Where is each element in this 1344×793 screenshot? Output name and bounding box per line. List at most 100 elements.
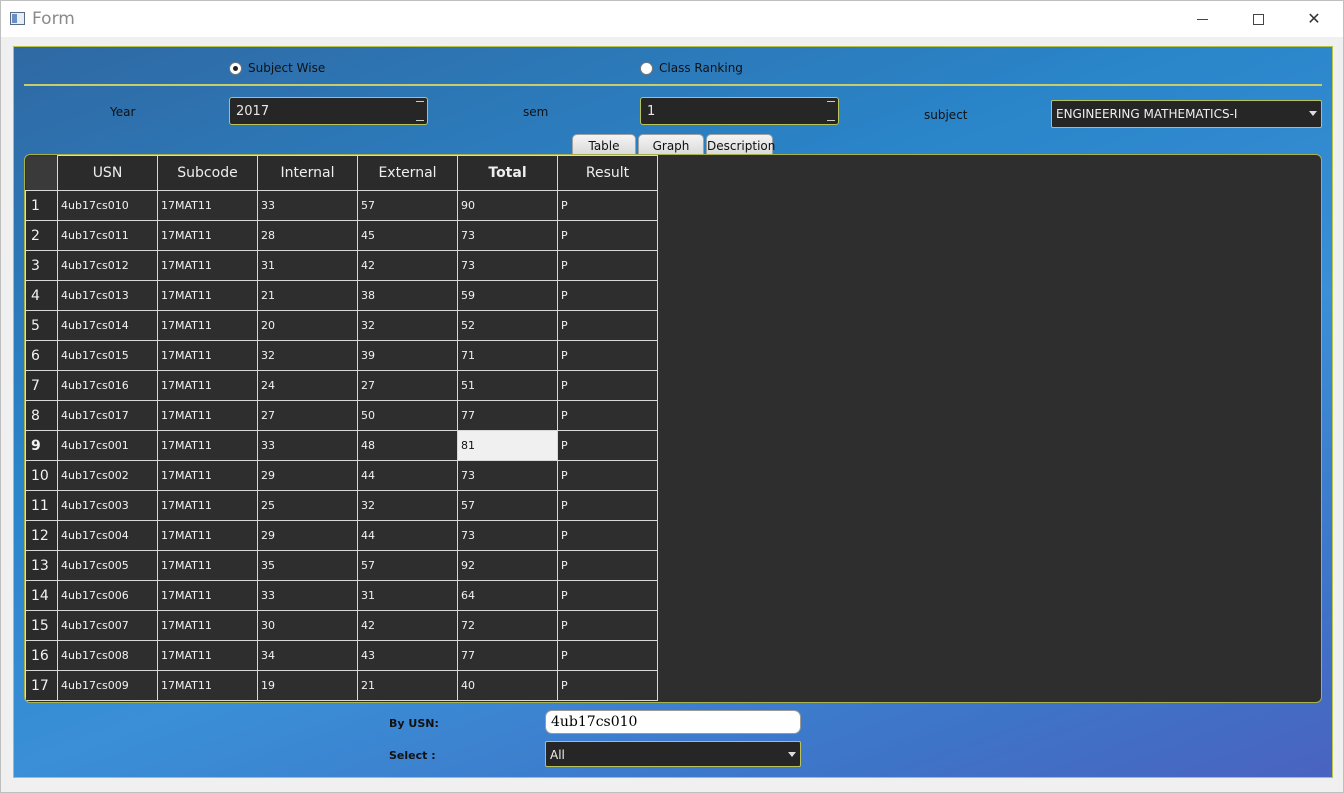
- row-header[interactable]: 11: [25, 490, 58, 521]
- row-header[interactable]: 14: [25, 580, 58, 611]
- cell-result[interactable]: P: [557, 220, 658, 251]
- radio-subject-wise[interactable]: Subject Wise: [229, 61, 325, 75]
- table-row[interactable]: 11 4ub17cs003 17MAT11 25 32 57 P: [25, 490, 658, 521]
- cell-total[interactable]: 51: [457, 370, 558, 401]
- cell-usn[interactable]: 4ub17cs001: [57, 430, 158, 461]
- row-header[interactable]: 7: [25, 370, 58, 401]
- table-row[interactable]: 9 4ub17cs001 17MAT11 33 48 81 P: [25, 430, 658, 461]
- cell-subcode[interactable]: 17MAT11: [157, 640, 258, 671]
- row-header[interactable]: 13: [25, 550, 58, 581]
- minimize-button[interactable]: [1179, 1, 1225, 37]
- row-header[interactable]: 4: [25, 280, 58, 311]
- cell-total[interactable]: 81: [457, 430, 558, 461]
- table-row[interactable]: 8 4ub17cs017 17MAT11 27 50 77 P: [25, 400, 658, 431]
- cell-result[interactable]: P: [557, 370, 658, 401]
- cell-external[interactable]: 42: [357, 250, 458, 281]
- row-header[interactable]: 3: [25, 250, 58, 281]
- cell-result[interactable]: P: [557, 310, 658, 341]
- cell-usn[interactable]: 4ub17cs006: [57, 580, 158, 611]
- cell-total[interactable]: 72: [457, 610, 558, 641]
- cell-result[interactable]: P: [557, 250, 658, 281]
- cell-internal[interactable]: 21: [257, 280, 358, 311]
- cell-internal[interactable]: 29: [257, 520, 358, 551]
- cell-usn[interactable]: 4ub17cs008: [57, 640, 158, 671]
- cell-subcode[interactable]: 17MAT11: [157, 400, 258, 431]
- cell-external[interactable]: 27: [357, 370, 458, 401]
- cell-internal[interactable]: 29: [257, 460, 358, 491]
- cell-result[interactable]: P: [557, 340, 658, 371]
- table-row[interactable]: 3 4ub17cs012 17MAT11 31 42 73 P: [25, 250, 658, 281]
- cell-result[interactable]: P: [557, 430, 658, 461]
- cell-result[interactable]: P: [557, 460, 658, 491]
- cell-subcode[interactable]: 17MAT11: [157, 550, 258, 581]
- table-row[interactable]: 4 4ub17cs013 17MAT11 21 38 59 P: [25, 280, 658, 311]
- cell-external[interactable]: 32: [357, 310, 458, 341]
- cell-external[interactable]: 48: [357, 430, 458, 461]
- cell-external[interactable]: 42: [357, 610, 458, 641]
- cell-usn[interactable]: 4ub17cs007: [57, 610, 158, 641]
- table-row[interactable]: 16 4ub17cs008 17MAT11 34 43 77 P: [25, 640, 658, 671]
- cell-usn[interactable]: 4ub17cs005: [57, 550, 158, 581]
- cell-external[interactable]: 45: [357, 220, 458, 251]
- cell-subcode[interactable]: 17MAT11: [157, 220, 258, 251]
- row-header[interactable]: 10: [25, 460, 58, 491]
- cell-total[interactable]: 73: [457, 520, 558, 551]
- cell-total[interactable]: 77: [457, 640, 558, 671]
- radio-class-ranking[interactable]: Class Ranking: [640, 61, 743, 75]
- cell-total[interactable]: 92: [457, 550, 558, 581]
- table-row[interactable]: 2 4ub17cs011 17MAT11 28 45 73 P: [25, 220, 658, 251]
- cell-total[interactable]: 40: [457, 670, 558, 701]
- table-row[interactable]: 5 4ub17cs014 17MAT11 20 32 52 P: [25, 310, 658, 341]
- cell-internal[interactable]: 30: [257, 610, 358, 641]
- cell-usn[interactable]: 4ub17cs015: [57, 340, 158, 371]
- sem-spinbox[interactable]: 1: [640, 97, 839, 125]
- cell-result[interactable]: P: [557, 670, 658, 701]
- cell-usn[interactable]: 4ub17cs010: [57, 190, 158, 221]
- cell-usn[interactable]: 4ub17cs013: [57, 280, 158, 311]
- column-header-result[interactable]: Result: [557, 155, 658, 191]
- table-row[interactable]: 17 4ub17cs009 17MAT11 19 21 40 P: [25, 670, 658, 701]
- cell-internal[interactable]: 20: [257, 310, 358, 341]
- cell-usn[interactable]: 4ub17cs009: [57, 670, 158, 701]
- column-header-internal[interactable]: Internal: [257, 155, 358, 191]
- cell-internal[interactable]: 35: [257, 550, 358, 581]
- row-header[interactable]: 8: [25, 400, 58, 431]
- cell-total[interactable]: 73: [457, 460, 558, 491]
- cell-subcode[interactable]: 17MAT11: [157, 370, 258, 401]
- table-row[interactable]: 10 4ub17cs002 17MAT11 29 44 73 P: [25, 460, 658, 491]
- cell-external[interactable]: 31: [357, 580, 458, 611]
- column-header-total[interactable]: Total: [457, 155, 558, 191]
- tab-description[interactable]: Description: [706, 134, 775, 156]
- year-spinbox[interactable]: 2017: [229, 97, 428, 125]
- column-header-subcode[interactable]: Subcode: [157, 155, 258, 191]
- cell-internal[interactable]: 33: [257, 580, 358, 611]
- cell-external[interactable]: 44: [357, 520, 458, 551]
- subject-combobox[interactable]: ENGINEERING MATHEMATICS-I: [1051, 100, 1322, 128]
- cell-result[interactable]: P: [557, 580, 658, 611]
- maximize-button[interactable]: [1235, 1, 1281, 37]
- cell-external[interactable]: 44: [357, 460, 458, 491]
- row-header[interactable]: 2: [25, 220, 58, 251]
- cell-subcode[interactable]: 17MAT11: [157, 490, 258, 521]
- row-header[interactable]: 9: [25, 430, 58, 461]
- cell-subcode[interactable]: 17MAT11: [157, 190, 258, 221]
- cell-internal[interactable]: 34: [257, 640, 358, 671]
- cell-internal[interactable]: 19: [257, 670, 358, 701]
- row-header[interactable]: 1: [25, 190, 58, 221]
- cell-result[interactable]: P: [557, 280, 658, 311]
- cell-usn[interactable]: 4ub17cs003: [57, 490, 158, 521]
- table-row[interactable]: 14 4ub17cs006 17MAT11 33 31 64 P: [25, 580, 658, 611]
- spin-arrows-icon[interactable]: [825, 100, 835, 122]
- cell-total[interactable]: 90: [457, 190, 558, 221]
- cell-external[interactable]: 50: [357, 400, 458, 431]
- cell-usn[interactable]: 4ub17cs016: [57, 370, 158, 401]
- cell-total[interactable]: 73: [457, 220, 558, 251]
- cell-total[interactable]: 59: [457, 280, 558, 311]
- cell-result[interactable]: P: [557, 550, 658, 581]
- cell-internal[interactable]: 24: [257, 370, 358, 401]
- cell-subcode[interactable]: 17MAT11: [157, 520, 258, 551]
- usn-input[interactable]: 4ub17cs010: [545, 710, 801, 734]
- cell-usn[interactable]: 4ub17cs011: [57, 220, 158, 251]
- cell-internal[interactable]: 32: [257, 340, 358, 371]
- spin-arrows-icon[interactable]: [414, 100, 424, 122]
